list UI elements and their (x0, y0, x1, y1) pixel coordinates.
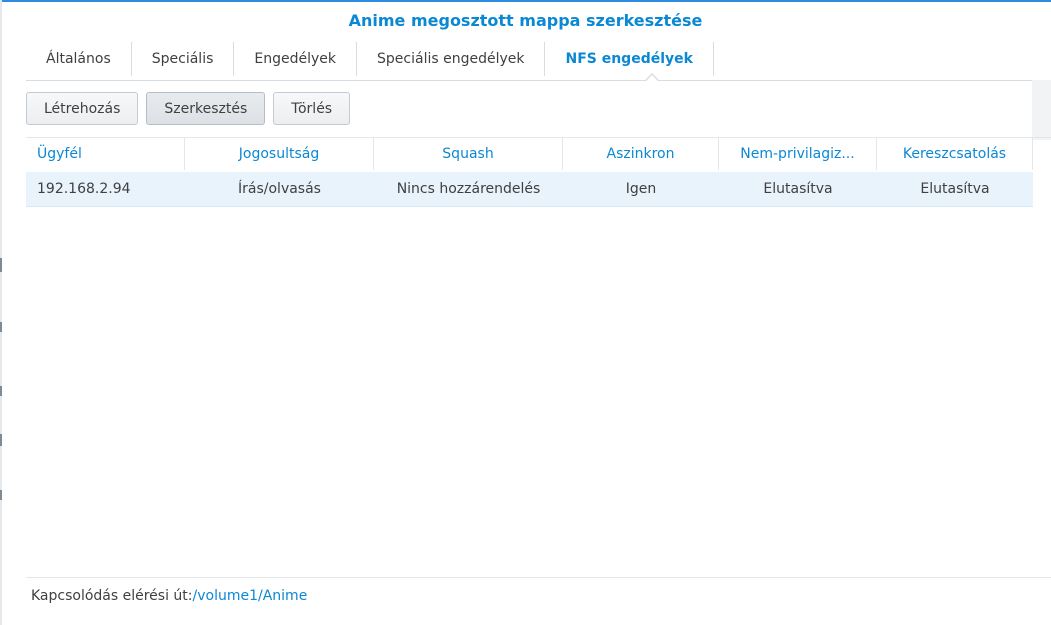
column-header-cross-mount[interactable]: Kereszcsatolás (877, 138, 1033, 170)
footer-divider (26, 577, 1051, 578)
background-edge-mark (0, 490, 2, 500)
mount-path-label: Kapcsolódás elérési út: (31, 588, 193, 604)
tab-bar: Általános Speciális Engedélyek Speciális… (26, 42, 1051, 81)
mount-path-link[interactable]: /volume1/Anime (193, 588, 308, 604)
grid-header: Ügyfél Jogosultság Squash Aszinkron Nem-… (26, 138, 1051, 170)
column-header-privilege[interactable]: Jogosultság (185, 138, 374, 170)
column-header-client[interactable]: Ügyfél (26, 138, 185, 170)
tab-advanced[interactable]: Speciális (132, 42, 235, 76)
tab-advanced-permissions[interactable]: Speciális engedélyek (357, 42, 546, 76)
tab-permissions[interactable]: Engedélyek (234, 42, 358, 76)
background-edge-mark (0, 386, 2, 396)
edit-button[interactable]: Szerkesztés (146, 92, 266, 125)
cell-privilege: Írás/olvasás (238, 181, 321, 197)
cell-client: 192.168.2.94 (37, 181, 131, 197)
column-header-squash[interactable]: Squash (374, 138, 563, 170)
background-edge-mark (0, 322, 2, 332)
delete-button[interactable]: Törlés (273, 92, 351, 125)
column-header-non-privileged[interactable]: Nem-privilagiz... (719, 138, 877, 170)
tab-nfs-permissions[interactable]: NFS engedélyek (545, 42, 714, 76)
dialog-title: Anime megosztott mappa szerkesztése (348, 11, 703, 30)
cell-async: Igen (625, 181, 657, 197)
cell-cross-mount: Elutasítva (920, 181, 990, 197)
edit-shared-folder-dialog: Anime megosztott mappa szerkesztése Álta… (0, 0, 1051, 625)
toolbar: Létrehozás Szerkesztés Törlés (26, 92, 351, 127)
cell-squash: Nincs hozzárendelés (396, 181, 541, 197)
create-button[interactable]: Létrehozás (26, 92, 139, 125)
active-tab-indicator-inner (646, 75, 658, 81)
column-header-async[interactable]: Aszinkron (563, 138, 719, 170)
background-edge-mark (0, 258, 2, 272)
tab-general[interactable]: Általános (26, 42, 132, 76)
window-left-edge (0, 0, 2, 625)
table-row[interactable]: 192.168.2.94 Írás/olvasás Nincs hozzáren… (26, 172, 1033, 207)
scroll-gutter (1032, 80, 1051, 140)
cell-non-privileged: Elutasítva (763, 181, 833, 197)
background-edge-mark (0, 434, 2, 446)
mount-path-info: Kapcsolódás elérési út:/volume1/Anime (31, 585, 307, 607)
